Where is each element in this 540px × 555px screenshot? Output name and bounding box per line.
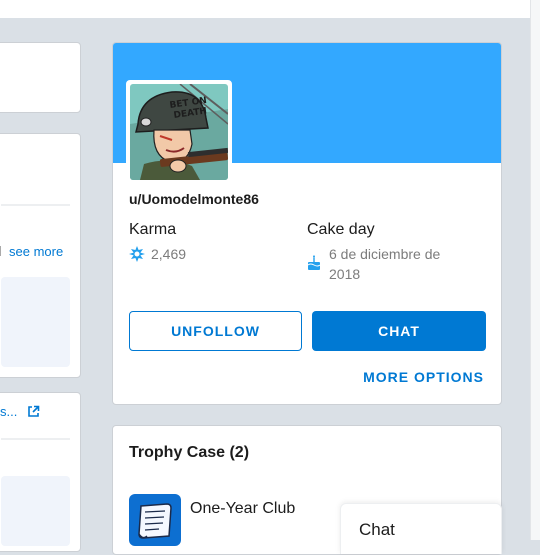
karma-value: 2,469 (151, 246, 187, 262)
top-header-strip (0, 0, 540, 18)
trophy-case-title: Trophy Case (2) (129, 444, 250, 461)
page-scrollbar[interactable] (530, 0, 540, 540)
external-link[interactable]: s... (0, 404, 40, 419)
separator-icon (0, 246, 7, 256)
left-card-content-box (1, 277, 70, 367)
left-card-content-box (1, 476, 70, 546)
trophy-name[interactable]: One-Year Club (190, 500, 295, 518)
cakeday-label: Cake day (307, 221, 375, 238)
external-link-icon (28, 405, 40, 417)
cake-icon (307, 255, 321, 270)
left-card-top (0, 42, 81, 113)
divider (1, 438, 70, 440)
cakeday-value: 6 de diciembre de 2018 (329, 246, 441, 282)
divider (1, 204, 70, 206)
chat-panel-title: Chat (359, 520, 395, 539)
chat-panel[interactable]: Chat (340, 503, 502, 554)
avatar[interactable]: BET ON DEATH (126, 80, 232, 184)
more-options-button[interactable]: MORE OPTIONS (363, 369, 484, 385)
scroll-trophy-icon (129, 494, 181, 546)
karma-icon (129, 246, 145, 262)
avatar-image: BET ON DEATH (130, 84, 228, 180)
see-more-link[interactable]: see more (0, 244, 63, 259)
profile-card: BET ON DEATH u/Uomodelmonte86 Karma 2,46… (112, 42, 502, 405)
username[interactable]: u/Uomodelmonte86 (129, 191, 259, 207)
unfollow-button[interactable]: UNFOLLOW (129, 311, 302, 351)
karma-label: Karma (129, 221, 177, 238)
chat-button[interactable]: CHAT (312, 311, 486, 351)
